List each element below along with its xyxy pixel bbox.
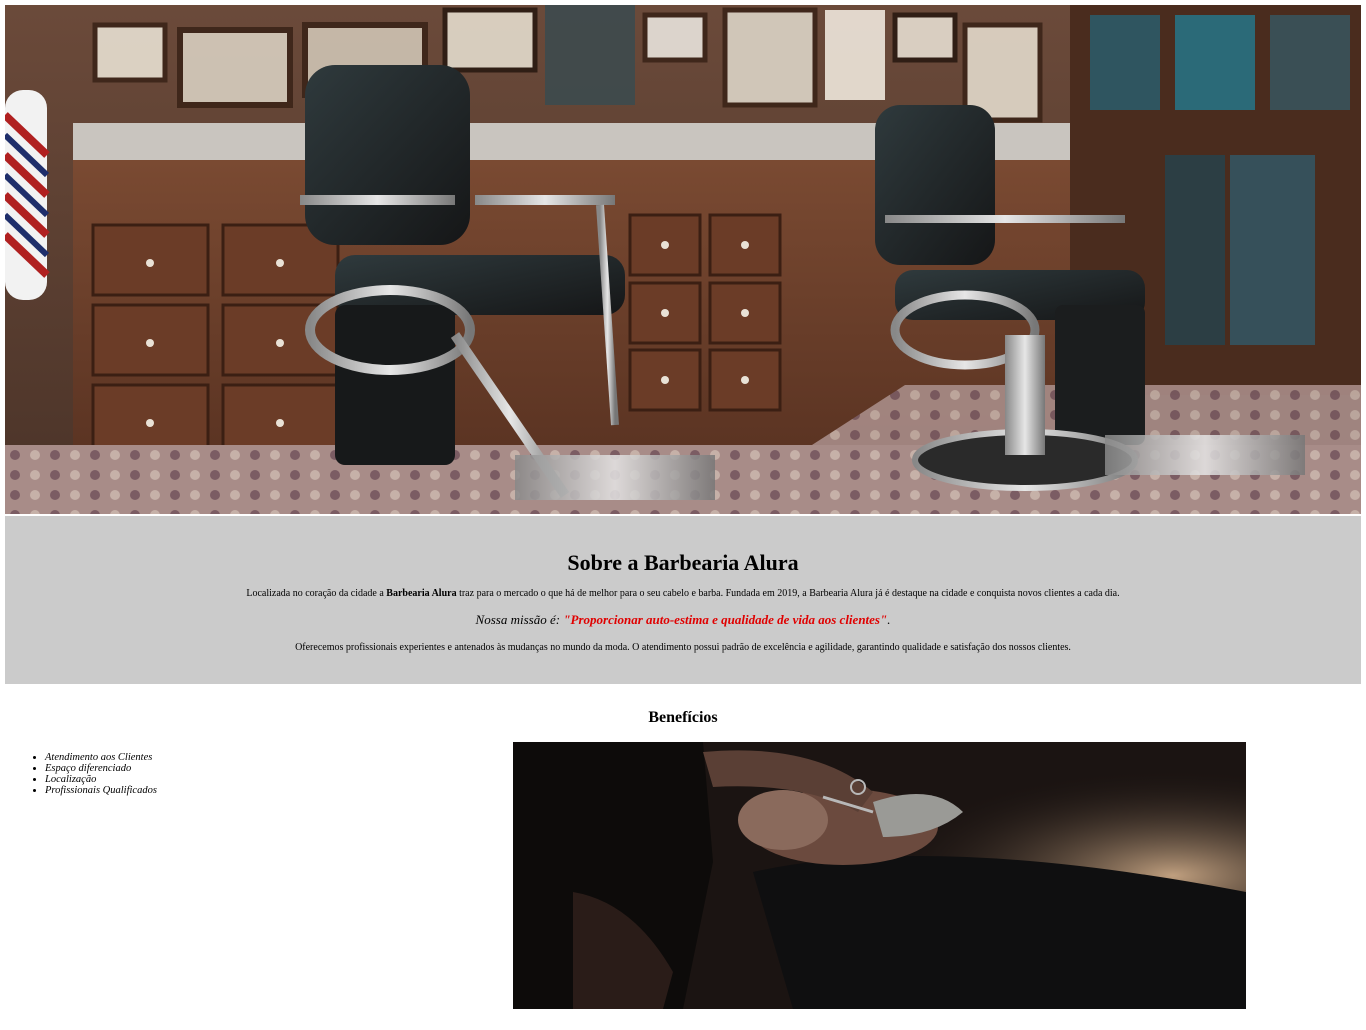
list-item: Atendimento aos Clientes bbox=[45, 752, 157, 763]
mission-statement: Nossa missão é: "Proporcionar auto-estim… bbox=[5, 612, 1361, 628]
about-section: Sobre a Barbearia Alura Localizada no co… bbox=[5, 516, 1361, 684]
beard-trim-illustration bbox=[513, 742, 1246, 1009]
about-details: Oferecemos profissionais experientes e a… bbox=[295, 642, 1071, 653]
about-intro-after: traz para o mercado o que há de melhor p… bbox=[456, 588, 1120, 599]
mission-label: Nossa missão é: bbox=[475, 612, 564, 627]
hero-barbershop-image bbox=[5, 5, 1361, 514]
beard-trim-image bbox=[513, 742, 1246, 1009]
benefits-list: Atendimento aos Clientes Espaço diferenc… bbox=[45, 752, 157, 796]
mission-quote: "Proporcionar auto-estima e qualidade de… bbox=[563, 612, 888, 627]
barbershop-illustration bbox=[5, 5, 1361, 514]
about-title: Sobre a Barbearia Alura bbox=[567, 550, 799, 575]
list-item: Espaço diferenciado bbox=[45, 763, 157, 774]
page: Sobre a Barbearia Alura Localizada no co… bbox=[0, 0, 1366, 1030]
mission-end: . bbox=[887, 612, 891, 627]
about-intro-before: Localizada no coração da cidade a bbox=[246, 588, 387, 599]
about-brand-name: Barbearia Alura bbox=[386, 588, 457, 599]
about-intro: Localizada no coração da cidade a Barbea… bbox=[5, 588, 1361, 599]
benefits-title: Benefícios bbox=[648, 709, 718, 726]
list-item: Localização bbox=[45, 774, 157, 785]
list-item: Profissionais Qualificados bbox=[45, 785, 157, 796]
